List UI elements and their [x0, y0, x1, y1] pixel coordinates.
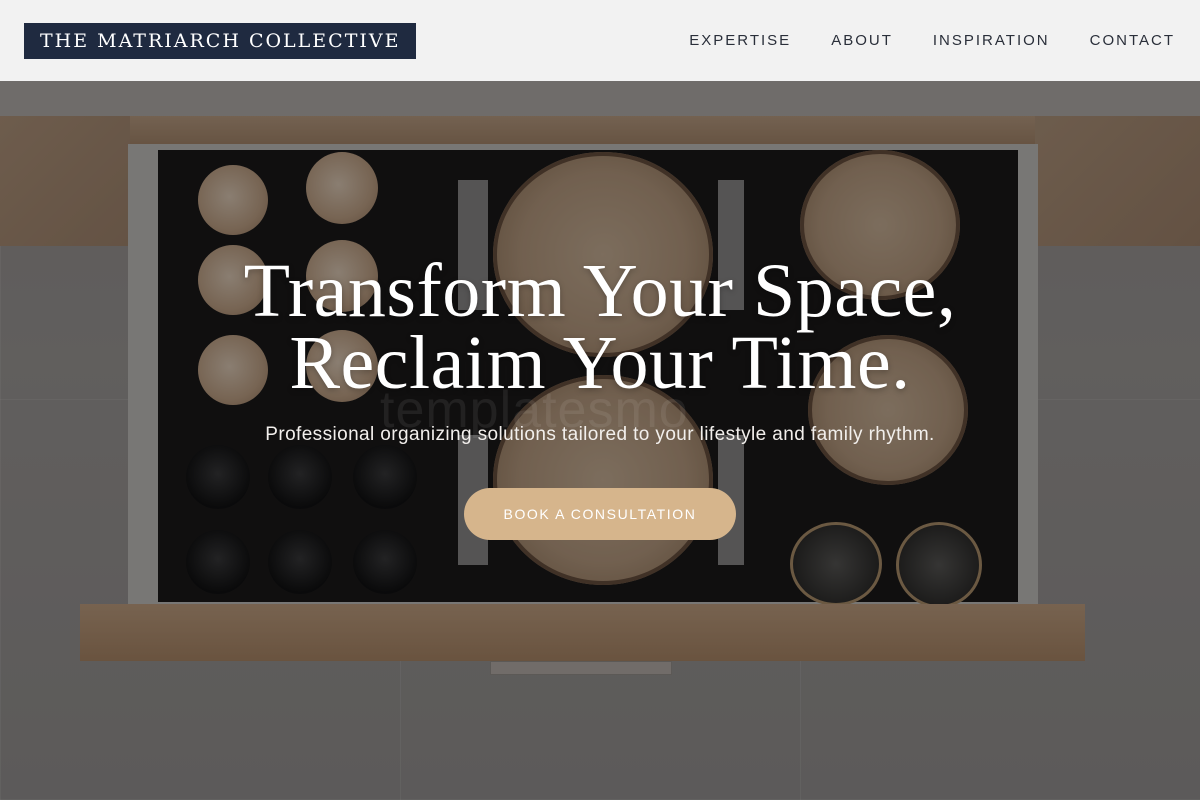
site-logo[interactable]: THE MATRIARCH COLLECTIVE: [24, 22, 417, 59]
nav-link-contact[interactable]: CONTACT: [1090, 32, 1175, 49]
main-nav: EXPERTISE ABOUT INSPIRATION CONTACT: [689, 32, 1175, 49]
hero-section: Transform Your Space, Reclaim Your Time.…: [0, 253, 1200, 540]
nav-link-expertise[interactable]: EXPERTISE: [689, 32, 791, 49]
nav-link-inspiration[interactable]: INSPIRATION: [933, 32, 1050, 49]
hero-title-line-2: Reclaim Your Time.: [289, 321, 911, 405]
site-header: THE MATRIARCH COLLECTIVE EXPERTISE ABOUT…: [0, 0, 1200, 81]
hero-title: Transform Your Space, Reclaim Your Time.: [0, 253, 1200, 401]
hero-subtitle: Professional organizing solutions tailor…: [265, 424, 935, 445]
book-consultation-button[interactable]: BOOK A CONSULTATION: [464, 488, 736, 540]
nav-link-about[interactable]: ABOUT: [831, 32, 893, 49]
